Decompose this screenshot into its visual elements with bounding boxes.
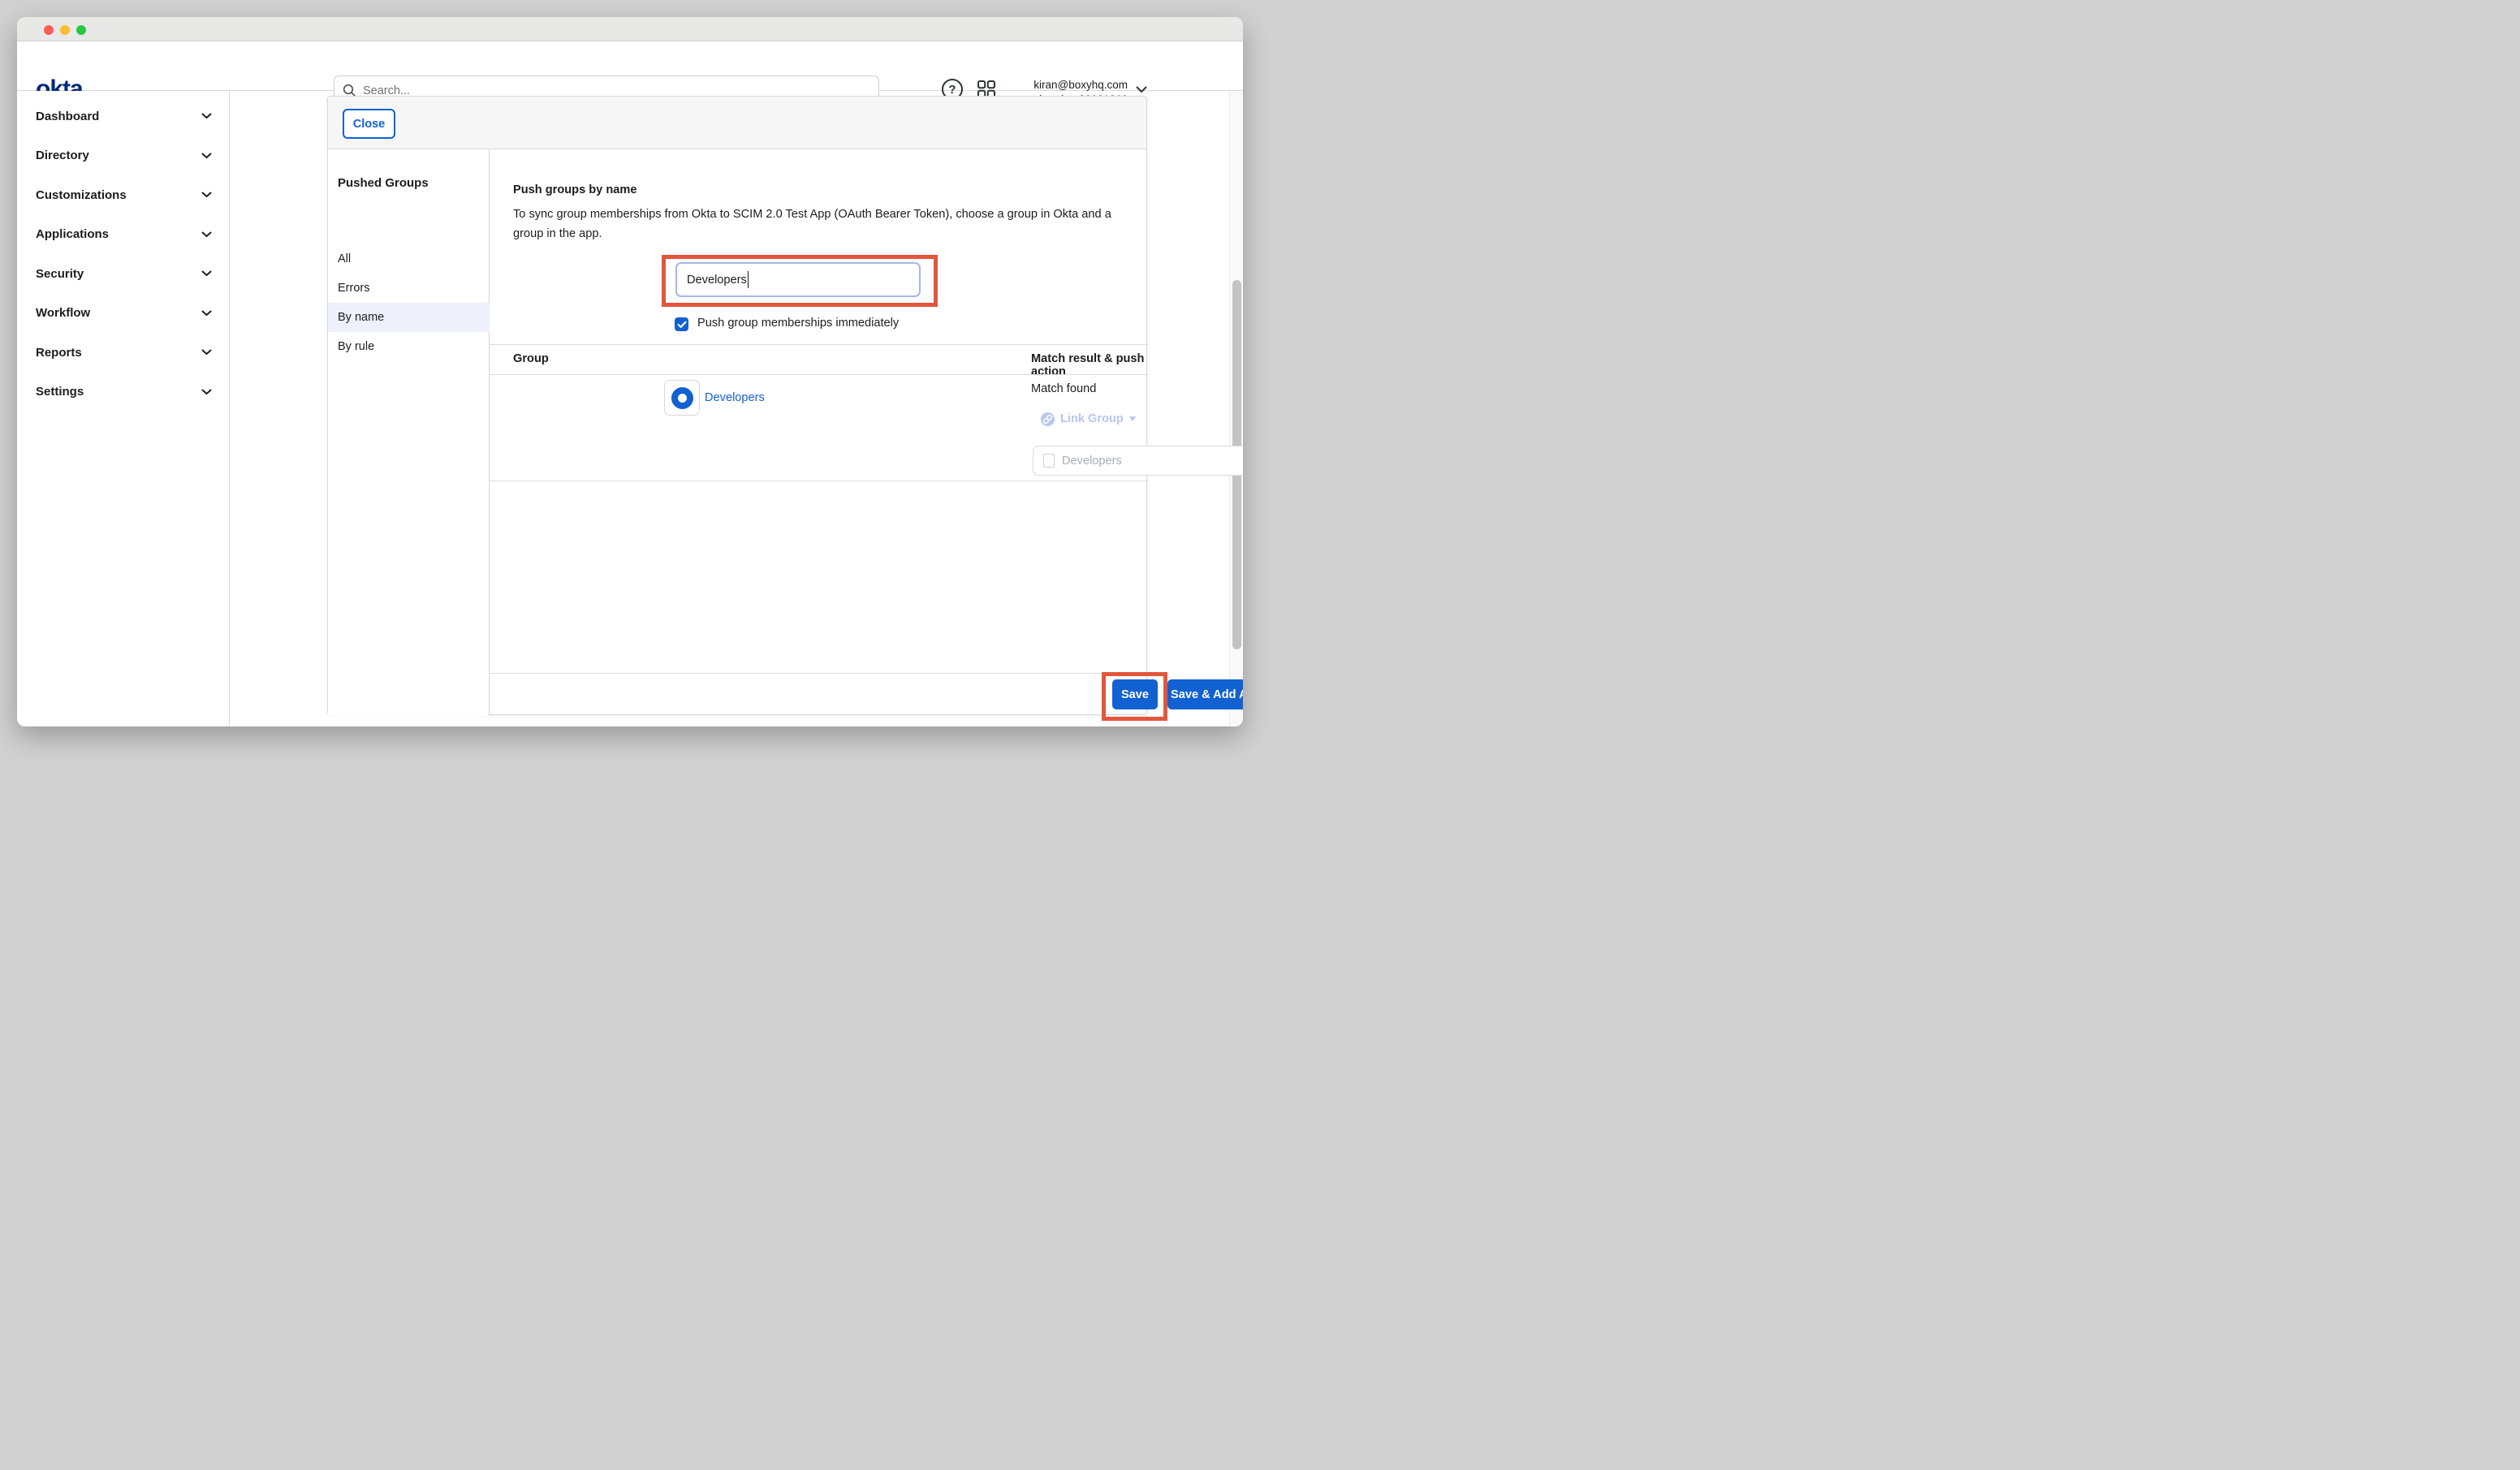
dialog-header: Close — [328, 97, 1146, 149]
chevron-down-icon — [201, 310, 212, 317]
sidebar: Dashboard Directory Customizations Appli… — [17, 91, 230, 726]
save-add-another-button[interactable]: Save & Add Another — [1167, 679, 1243, 709]
push-groups-dialog: Close Pushed Groups All Errors By name B… — [327, 96, 1147, 715]
footer-divider — [490, 673, 1148, 674]
divider — [490, 374, 1148, 375]
nav-item-all[interactable]: All — [328, 244, 490, 274]
group-placeholder-icon — [1043, 454, 1055, 468]
push-immediately-label: Push group memberships immediately — [697, 317, 899, 330]
sidebar-item-dashboard[interactable]: Dashboard — [17, 97, 230, 136]
check-icon — [677, 321, 687, 329]
group-avatar-icon — [671, 387, 693, 409]
sidebar-item-security[interactable]: Security — [17, 254, 230, 294]
chevron-down-icon — [201, 389, 212, 395]
sidebar-item-settings[interactable]: Settings — [17, 373, 230, 412]
nav-title: Pushed Groups — [338, 176, 429, 190]
text-cursor — [748, 271, 749, 288]
match-status: Match found — [1031, 382, 1096, 395]
app-header: okta ? kiran@boxyhq.com okta-dev-2090126… — [17, 41, 1243, 91]
window-titlebar — [17, 17, 1243, 41]
close-button[interactable]: Close — [343, 109, 395, 139]
chevron-down-icon — [201, 349, 212, 356]
column-header-group: Group — [513, 352, 549, 365]
chevron-down-icon — [201, 192, 212, 198]
panel-heading: Push groups by name — [513, 183, 636, 196]
pushed-groups-nav: Pushed Groups All Errors By name By rule — [328, 149, 490, 716]
sidebar-item-reports[interactable]: Reports — [17, 333, 230, 373]
nav-item-by-rule[interactable]: By rule — [328, 332, 490, 361]
sidebar-item-applications[interactable]: Applications — [17, 215, 230, 255]
push-by-name-panel: Push groups by name To sync group member… — [490, 149, 1148, 716]
link-group-dropdown[interactable]: Link Group — [1041, 412, 1136, 426]
chevron-down-icon — [201, 231, 212, 238]
scrollbar-track[interactable] — [1229, 91, 1243, 726]
sidebar-item-directory[interactable]: Directory — [17, 136, 230, 176]
link-icon — [1041, 412, 1055, 426]
push-immediately-checkbox[interactable] — [675, 317, 688, 331]
linked-group-select[interactable]: Developers — [1033, 446, 1243, 476]
save-button[interactable]: Save — [1112, 679, 1158, 709]
panel-description: To sync group memberships from Okta to S… — [513, 205, 1111, 244]
chevron-down-icon[interactable] — [1136, 86, 1147, 93]
sidebar-item-workflow[interactable]: Workflow — [17, 294, 230, 334]
chevron-down-icon — [201, 270, 212, 277]
browser-window: okta ? kiran@boxyhq.com okta-dev-2090126… — [17, 17, 1243, 726]
chevron-down-icon — [201, 113, 212, 119]
sidebar-item-customizations[interactable]: Customizations — [17, 175, 230, 215]
group-name-link[interactable]: Developers — [705, 391, 765, 404]
divider — [490, 344, 1148, 345]
zoom-window-icon[interactable] — [76, 25, 86, 35]
minimize-window-icon[interactable] — [60, 25, 70, 35]
selected-group-label: Developers — [1062, 455, 1243, 468]
nav-item-by-name[interactable]: By name — [328, 303, 490, 332]
caret-down-icon — [1129, 416, 1136, 421]
group-name-input[interactable]: Developers — [675, 262, 921, 297]
chevron-down-icon — [201, 153, 212, 159]
account-email: kiran@boxyhq.com — [983, 78, 1128, 93]
group-avatar — [664, 380, 700, 416]
nav-item-errors[interactable]: Errors — [328, 274, 490, 303]
close-window-icon[interactable] — [44, 25, 54, 35]
